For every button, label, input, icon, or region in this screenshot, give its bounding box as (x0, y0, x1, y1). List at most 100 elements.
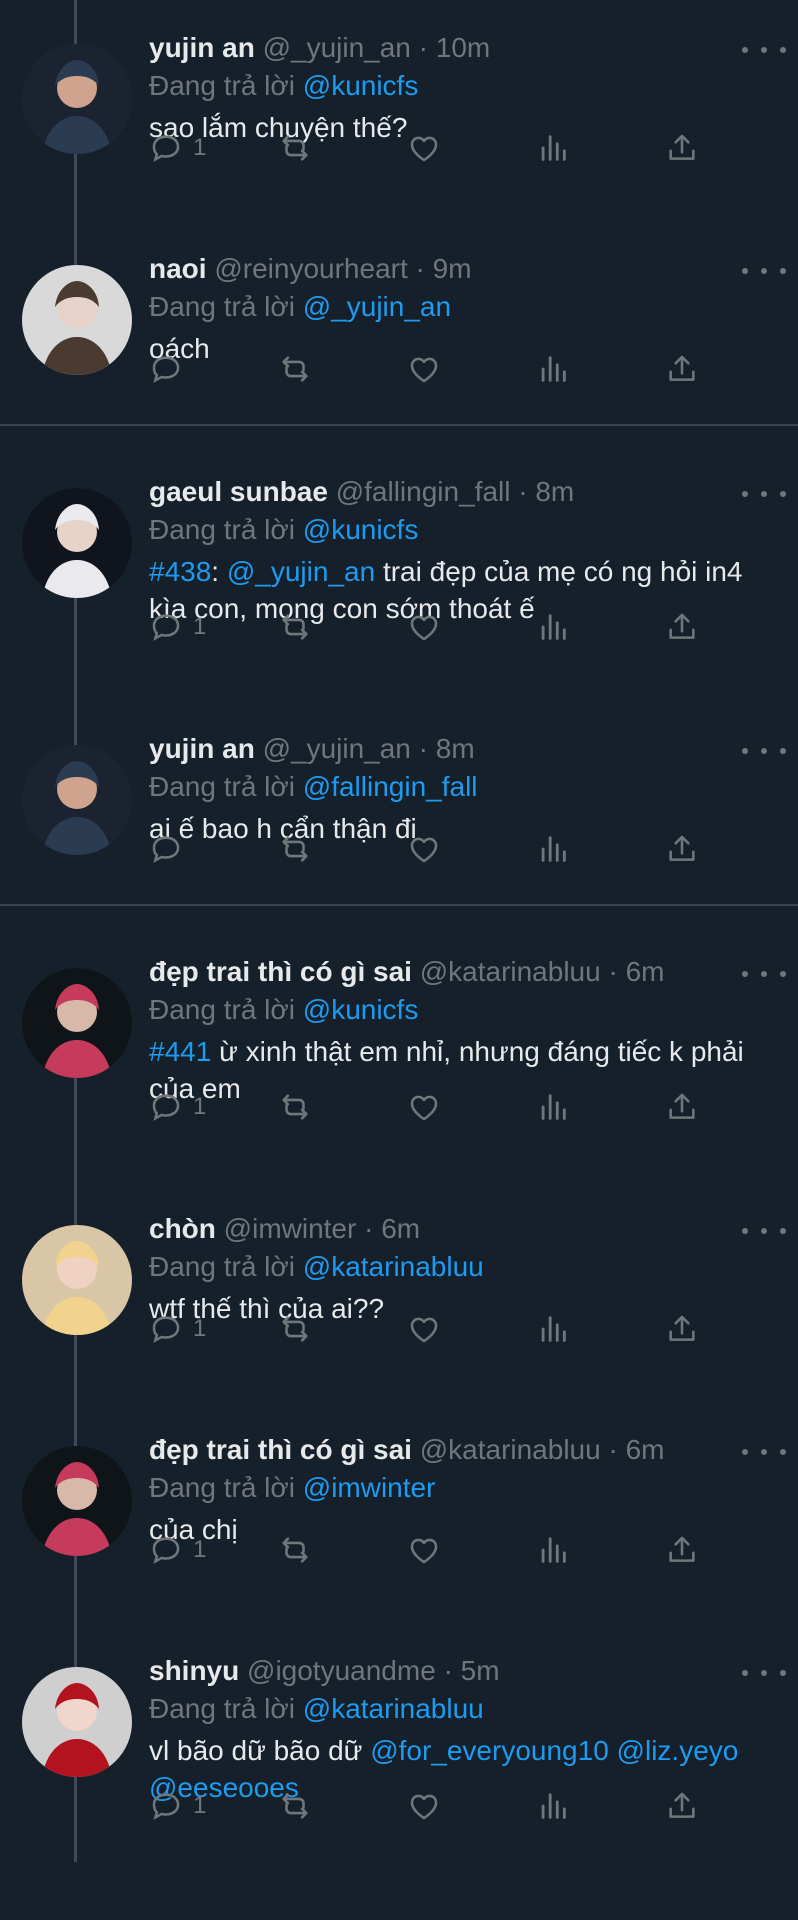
user-handle[interactable]: @imwinter (224, 1213, 357, 1244)
display-name[interactable]: yujin an (149, 32, 255, 63)
timestamp[interactable]: 8m (436, 733, 475, 764)
share-button[interactable] (665, 352, 699, 386)
display-name[interactable]: yujin an (149, 733, 255, 764)
avatar[interactable] (22, 44, 132, 154)
timestamp[interactable]: 6m (626, 1434, 665, 1465)
replying-to-mention[interactable]: @kunicfs (303, 514, 419, 545)
tweet[interactable]: gaeul sunbae @fallingin_fall · 8m Đang tr… (0, 426, 798, 683)
timestamp[interactable]: 9m (433, 253, 472, 284)
tweet[interactable]: yujin an @_yujin_an · 10m Đang trả lời @k… (0, 0, 798, 203)
share-button[interactable] (665, 610, 699, 644)
more-options-icon[interactable] (742, 739, 786, 763)
text-link[interactable]: #441 (149, 1036, 211, 1067)
like-button[interactable] (407, 832, 536, 866)
more-options-icon[interactable] (742, 1440, 786, 1464)
like-button[interactable] (407, 131, 536, 165)
replying-to-mention[interactable]: @kunicfs (303, 70, 419, 101)
text-link[interactable]: @liz.yeyo (617, 1735, 739, 1766)
tweet[interactable]: đẹp trai thì có gì sai @katarinabluu · 6… (0, 1384, 798, 1605)
retweet-button[interactable] (278, 352, 407, 386)
replying-to-mention[interactable]: @_yujin_an (303, 291, 451, 322)
reply-button[interactable]: 1 (149, 1533, 278, 1567)
retweet-button[interactable] (278, 832, 407, 866)
tweet[interactable]: shinyu @igotyuandme · 5m Đang trả lời @ka… (0, 1605, 798, 1862)
share-button[interactable] (665, 1312, 699, 1346)
avatar[interactable] (22, 265, 132, 375)
tweet[interactable]: đẹp trai thì có gì sai @katarinabluu · 6… (0, 906, 798, 1163)
replying-to-mention[interactable]: @imwinter (303, 1472, 436, 1503)
reply-button[interactable]: 1 (149, 1312, 278, 1346)
share-button[interactable] (665, 131, 699, 165)
like-button[interactable] (407, 1090, 536, 1124)
like-button[interactable] (407, 610, 536, 644)
timestamp[interactable]: 6m (381, 1213, 420, 1244)
more-options-icon[interactable] (742, 962, 786, 986)
share-button[interactable] (665, 1533, 699, 1567)
tweet[interactable]: chòn @imwinter · 6m Đang trả lời @katarin… (0, 1163, 798, 1384)
user-handle[interactable]: @katarinabluu (420, 956, 601, 987)
views-button[interactable] (536, 610, 665, 644)
retweet-button[interactable] (278, 1312, 407, 1346)
avatar[interactable] (22, 968, 132, 1078)
tweet[interactable]: naoi @reinyourheart · 9m Đang trả lời @_y… (0, 203, 798, 424)
views-button[interactable] (536, 131, 665, 165)
user-handle[interactable]: @reinyourheart (214, 253, 407, 284)
text-link[interactable]: @for_everyoung10 (370, 1735, 609, 1766)
views-button[interactable] (536, 352, 665, 386)
more-options-icon[interactable] (742, 1661, 786, 1685)
more-options-icon[interactable] (742, 38, 786, 62)
views-button[interactable] (536, 1533, 665, 1567)
reply-button[interactable] (149, 352, 278, 386)
share-button[interactable] (665, 1789, 699, 1823)
replying-to-mention[interactable]: @katarinabluu (303, 1251, 484, 1282)
views-button[interactable] (536, 1789, 665, 1823)
text-link[interactable]: #438 (149, 556, 211, 587)
views-button[interactable] (536, 1312, 665, 1346)
avatar[interactable] (22, 745, 132, 855)
more-options-icon[interactable] (742, 259, 786, 283)
reply-button[interactable]: 1 (149, 131, 278, 165)
display-name[interactable]: gaeul sunbae (149, 476, 328, 507)
avatar[interactable] (22, 1667, 132, 1777)
more-options-icon[interactable] (742, 1219, 786, 1243)
retweet-button[interactable] (278, 1090, 407, 1124)
like-button[interactable] (407, 1789, 536, 1823)
display-name[interactable]: naoi (149, 253, 207, 284)
display-name[interactable]: chòn (149, 1213, 216, 1244)
reply-button[interactable]: 1 (149, 1789, 278, 1823)
reply-button[interactable] (149, 832, 278, 866)
reply-button[interactable]: 1 (149, 1090, 278, 1124)
views-button[interactable] (536, 832, 665, 866)
user-handle[interactable]: @_yujin_an (263, 733, 411, 764)
replying-to-mention[interactable]: @kunicfs (303, 994, 419, 1025)
user-handle[interactable]: @_yujin_an (263, 32, 411, 63)
views-button[interactable] (536, 1090, 665, 1124)
replying-to-mention[interactable]: @katarinabluu (303, 1693, 484, 1724)
retweet-button[interactable] (278, 610, 407, 644)
avatar[interactable] (22, 1225, 132, 1335)
share-button[interactable] (665, 832, 699, 866)
text-link[interactable]: @_yujin_an (227, 556, 375, 587)
like-button[interactable] (407, 1312, 536, 1346)
timestamp[interactable]: 8m (535, 476, 574, 507)
user-handle[interactable]: @igotyuandme (247, 1655, 436, 1686)
more-options-icon[interactable] (742, 482, 786, 506)
avatar[interactable] (22, 488, 132, 598)
display-name[interactable]: shinyu (149, 1655, 239, 1686)
like-button[interactable] (407, 352, 536, 386)
display-name[interactable]: đẹp trai thì có gì sai (149, 956, 412, 987)
reply-button[interactable]: 1 (149, 610, 278, 644)
user-handle[interactable]: @fallingin_fall (336, 476, 511, 507)
timestamp[interactable]: 10m (436, 32, 490, 63)
replying-to-mention[interactable]: @fallingin_fall (303, 771, 478, 802)
tweet[interactable]: yujin an @_yujin_an · 8m Đang trả lời @fa… (0, 683, 798, 904)
avatar[interactable] (22, 1446, 132, 1556)
user-handle[interactable]: @katarinabluu (420, 1434, 601, 1465)
retweet-button[interactable] (278, 131, 407, 165)
like-button[interactable] (407, 1533, 536, 1567)
retweet-button[interactable] (278, 1789, 407, 1823)
retweet-button[interactable] (278, 1533, 407, 1567)
display-name[interactable]: đẹp trai thì có gì sai (149, 1434, 412, 1465)
share-button[interactable] (665, 1090, 699, 1124)
timestamp[interactable]: 6m (626, 956, 665, 987)
